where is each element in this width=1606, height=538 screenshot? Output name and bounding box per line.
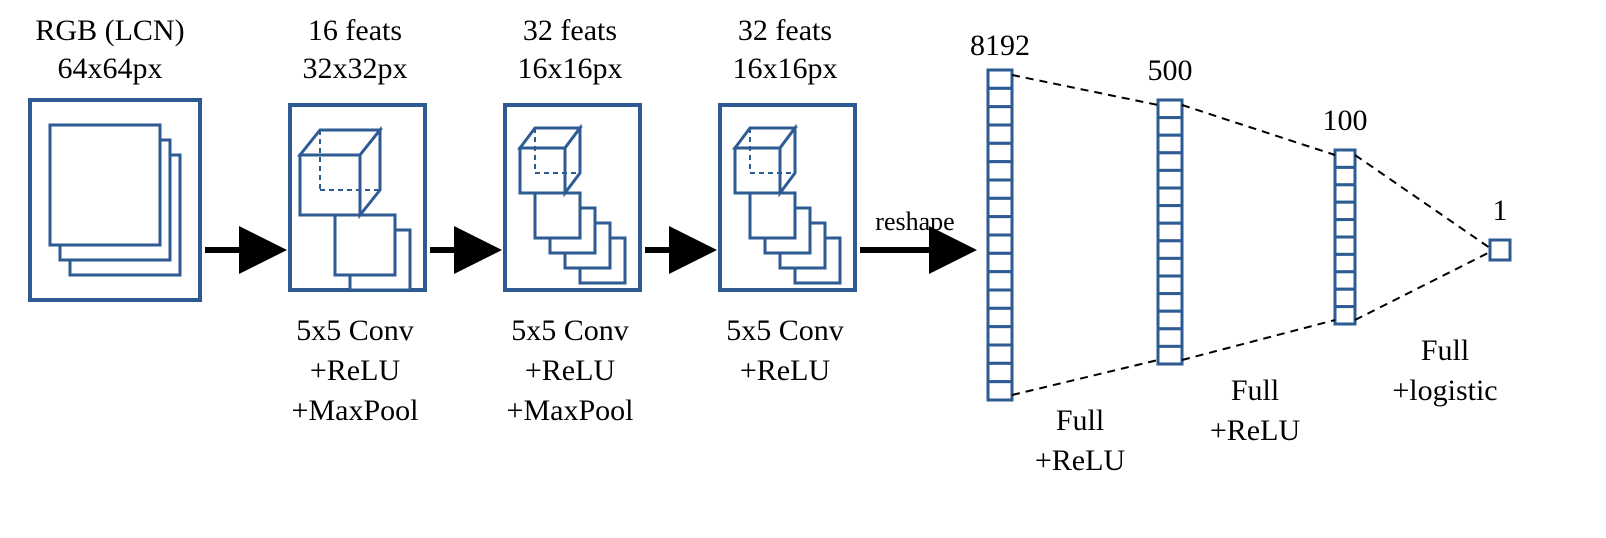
- conv2-bot1: 5x5 Conv: [511, 314, 629, 347]
- fc3-count: 100: [1323, 104, 1368, 137]
- fc3-block: 100 Full +logistic: [1323, 104, 1498, 407]
- fc2-bot1: Full: [1231, 374, 1279, 407]
- input-block: RGB (LCN) 64x64px: [30, 14, 200, 300]
- fc1-count: 8192: [970, 29, 1030, 62]
- conv3-block: 32 feats 16x16px 5x5 Conv +ReLU: [720, 14, 855, 387]
- conv3-top2: 16x16px: [733, 52, 838, 85]
- conv3-bot1: 5x5 Conv: [726, 314, 844, 347]
- fc3-bot1: Full: [1421, 334, 1469, 367]
- output-block: 1: [1490, 194, 1510, 260]
- conv1-bot3: +MaxPool: [292, 394, 419, 427]
- conv3-top1: 32 feats: [738, 14, 832, 47]
- fc2-block: 500 Full +ReLU: [1148, 54, 1301, 447]
- fan-lines: [1012, 75, 1490, 395]
- conv1-block: 16 feats 32x32px 5x5 Conv +ReLU +MaxPool: [290, 14, 425, 427]
- input-top2: 64x64px: [58, 52, 163, 85]
- fc1-block: 8192 Full +ReLU: [970, 29, 1125, 477]
- conv1-top1: 16 feats: [308, 14, 402, 47]
- fc2-count: 500: [1148, 54, 1193, 87]
- fc3-bot2: +logistic: [1392, 374, 1497, 407]
- out-count: 1: [1493, 194, 1508, 227]
- conv1-bot1: 5x5 Conv: [296, 314, 414, 347]
- conv2-bot2: +ReLU: [525, 354, 616, 387]
- input-top1: RGB (LCN): [35, 14, 184, 47]
- fc1-bot1: Full: [1056, 404, 1104, 437]
- conv3-bot2: +ReLU: [740, 354, 831, 387]
- conv2-top1: 32 feats: [523, 14, 617, 47]
- architecture-diagram: RGB (LCN) 64x64px 16 feats 32x32px 5x5 C…: [0, 0, 1606, 538]
- conv2-block: 32 feats 16x16px 5x5 Conv +ReLU +MaxPool: [505, 14, 640, 427]
- fc1-bot2: +ReLU: [1035, 444, 1126, 477]
- conv2-bot3: +MaxPool: [507, 394, 634, 427]
- conv1-bot2: +ReLU: [310, 354, 401, 387]
- reshape-label: reshape: [875, 207, 954, 236]
- conv1-top2: 32x32px: [303, 52, 408, 85]
- conv2-top2: 16x16px: [518, 52, 623, 85]
- fc2-bot2: +ReLU: [1210, 414, 1301, 447]
